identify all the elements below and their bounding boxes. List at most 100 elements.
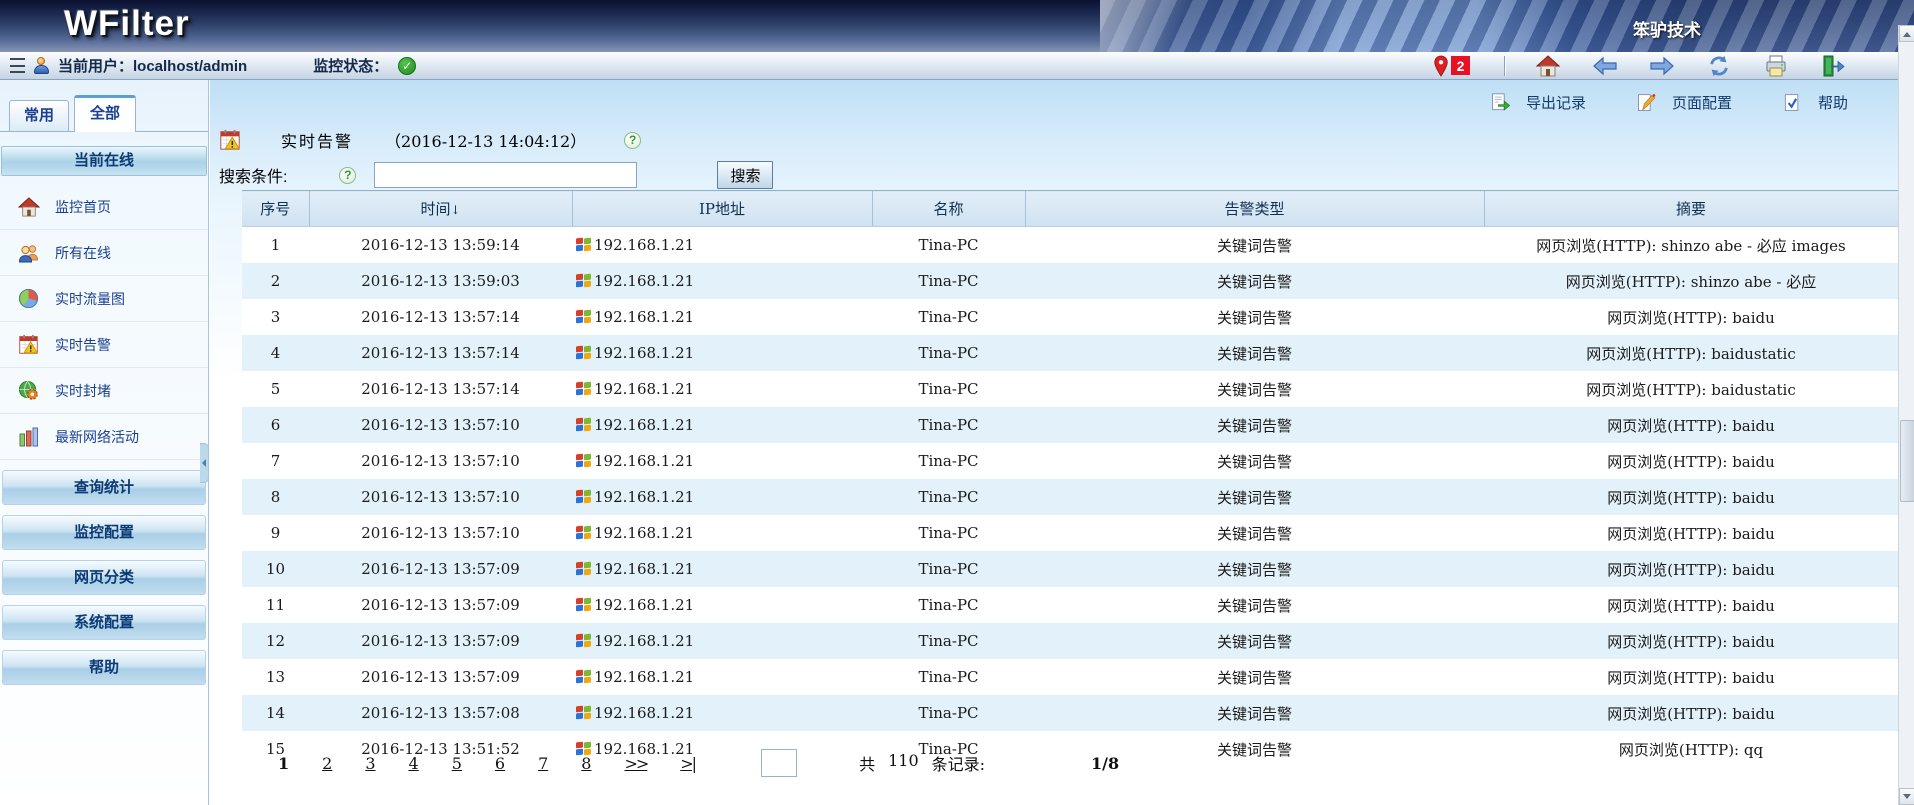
- col-summary[interactable]: 摘要: [1484, 191, 1898, 227]
- search-button[interactable]: 搜索: [717, 161, 773, 189]
- home-button[interactable]: [1535, 54, 1561, 78]
- page-jump-input[interactable]: [761, 749, 797, 777]
- title-help-icon[interactable]: [624, 132, 641, 149]
- alert-type: 关键词告警: [1025, 227, 1484, 264]
- table-header-row: 序号 时间↓ IP地址 名称 告警类型 摘要: [242, 191, 1898, 227]
- alert-summary: 网页浏览(HTTP): baidu: [1484, 551, 1898, 587]
- alert-indicator[interactable]: 2: [1431, 55, 1470, 77]
- sidebar-section-query-stats[interactable]: 查询统计: [2, 470, 206, 505]
- alert-count-badge: 2: [1451, 56, 1470, 75]
- search-help-icon[interactable]: [339, 167, 356, 184]
- sidebar-item-label: 实时封堵: [55, 381, 111, 401]
- scrollbar-thumb[interactable]: [1900, 420, 1914, 502]
- sidebar-item-all-online[interactable]: 所有在线: [0, 230, 208, 276]
- help-button[interactable]: 帮助: [1782, 92, 1848, 113]
- tab-common[interactable]: 常用: [9, 100, 69, 131]
- table-row[interactable]: 132016-12-13 13:57:09192.168.1.21Tina-PC…: [242, 659, 1898, 695]
- col-name[interactable]: 名称: [872, 191, 1025, 227]
- table-row[interactable]: 92016-12-13 13:57:10192.168.1.21Tina-PC关…: [242, 515, 1898, 551]
- tab-all[interactable]: 全部: [74, 95, 136, 132]
- sidebar-section-online[interactable]: 当前在线: [1, 146, 207, 176]
- table-row[interactable]: 112016-12-13 13:57:09192.168.1.21Tina-PC…: [242, 587, 1898, 623]
- table-row[interactable]: 72016-12-13 13:57:10192.168.1.21Tina-PC关…: [242, 443, 1898, 479]
- current-user-label: 当前用户：localhost/admin: [58, 55, 247, 76]
- sidebar-item-traffic-chart[interactable]: 实时流量图: [0, 276, 208, 322]
- page-config-button[interactable]: 页面配置: [1636, 92, 1732, 113]
- page-link[interactable]: 4: [409, 754, 419, 773]
- search-input[interactable]: [374, 162, 637, 188]
- vertical-scrollbar[interactable]: [1898, 25, 1914, 805]
- edit-icon: [1636, 93, 1656, 113]
- scroll-down-button[interactable]: [1899, 788, 1914, 805]
- export-records-button[interactable]: 导出记录: [1490, 92, 1586, 113]
- last-page-link[interactable]: >|: [680, 754, 695, 773]
- forward-button[interactable]: [1649, 54, 1675, 78]
- sidebar-section-monitor-config[interactable]: 监控配置: [2, 515, 206, 550]
- app-logo: WFilter: [64, 4, 190, 44]
- menu-icon[interactable]: [10, 58, 25, 73]
- sidebar-tabs: 常用 全部: [0, 80, 208, 132]
- back-button[interactable]: [1592, 54, 1618, 78]
- page-link[interactable]: 2: [322, 754, 332, 773]
- search-label: 搜索条件:: [219, 163, 287, 187]
- device-name: Tina-PC: [872, 659, 1025, 695]
- windows-os-icon: [576, 238, 591, 252]
- table-row[interactable]: 52016-12-13 13:57:14192.168.1.21Tina-PC关…: [242, 371, 1898, 407]
- page-link[interactable]: 8: [581, 754, 591, 773]
- table-row[interactable]: 122016-12-13 13:57:09192.168.1.21Tina-PC…: [242, 623, 1898, 659]
- table-row[interactable]: 102016-12-13 13:57:09192.168.1.21Tina-PC…: [242, 551, 1898, 587]
- refresh-button[interactable]: [1706, 54, 1732, 78]
- col-index[interactable]: 序号: [242, 191, 309, 227]
- sort-desc-icon: ↓: [450, 203, 460, 217]
- ip-cell: 192.168.1.21: [572, 479, 872, 515]
- col-alert-type[interactable]: 告警类型: [1025, 191, 1484, 227]
- sidebar-item-realtime-alerts[interactable]: 实时告警: [0, 322, 208, 368]
- user-icon: [33, 57, 50, 74]
- alert-time: 2016-12-13 13:57:10: [309, 479, 572, 515]
- page-link[interactable]: 3: [365, 754, 375, 773]
- page-link[interactable]: 6: [495, 754, 505, 773]
- ip-address: 192.168.1.21: [594, 668, 694, 686]
- exit-button[interactable]: [1820, 54, 1846, 78]
- alert-time: 2016-12-13 13:57:14: [309, 299, 572, 335]
- ip-cell: 192.168.1.21: [572, 371, 872, 407]
- sidebar-collapse-handle[interactable]: [200, 443, 209, 483]
- sidebar-section-system-config[interactable]: 系统配置: [2, 605, 206, 640]
- row-index: 9: [242, 515, 309, 551]
- page-link[interactable]: 7: [538, 754, 548, 773]
- row-index: 8: [242, 479, 309, 515]
- sidebar-item-monitor-home[interactable]: 监控首页: [0, 184, 208, 230]
- ip-cell: 192.168.1.21: [572, 443, 872, 479]
- col-ip[interactable]: IP地址: [572, 191, 872, 227]
- sidebar-item-latest-activity[interactable]: 最新网络活动: [0, 414, 208, 460]
- ip-address: 192.168.1.21: [594, 632, 694, 650]
- alert-summary: 网页浏览(HTTP): baidustatic: [1484, 371, 1898, 407]
- table-row[interactable]: 22016-12-13 13:59:03192.168.1.21Tina-PC关…: [242, 263, 1898, 299]
- table-row[interactable]: 62016-12-13 13:57:10192.168.1.21Tina-PC关…: [242, 407, 1898, 443]
- table-row[interactable]: 42016-12-13 13:57:14192.168.1.21Tina-PC关…: [242, 335, 1898, 371]
- col-time[interactable]: 时间↓: [309, 191, 572, 227]
- alert-summary: 网页浏览(HTTP): baidu: [1484, 695, 1898, 731]
- sidebar-section-web-category[interactable]: 网页分类: [2, 560, 206, 595]
- next-group-link[interactable]: >>: [624, 754, 647, 773]
- windows-os-icon: [576, 418, 591, 432]
- alert-time: 2016-12-13 13:57:09: [309, 623, 572, 659]
- windows-os-icon: [576, 634, 591, 648]
- home-icon: [1536, 55, 1560, 77]
- sidebar-item-realtime-block[interactable]: 实时封堵: [0, 368, 208, 414]
- ip-address: 192.168.1.21: [594, 236, 694, 254]
- ip-cell: 192.168.1.21: [572, 659, 872, 695]
- print-button[interactable]: [1763, 54, 1789, 78]
- table-row[interactable]: 32016-12-13 13:57:14192.168.1.21Tina-PC关…: [242, 299, 1898, 335]
- page-link[interactable]: 5: [452, 754, 462, 773]
- scroll-up-button[interactable]: [1899, 25, 1914, 42]
- table-row[interactable]: 142016-12-13 13:57:08192.168.1.21Tina-PC…: [242, 695, 1898, 731]
- alert-time: 2016-12-13 13:57:08: [309, 695, 572, 731]
- col-time-label: 时间: [420, 200, 450, 218]
- page-title-row: 实时告警 （2016-12-13 14:04:12）: [219, 128, 641, 152]
- table-row[interactable]: 82016-12-13 13:57:10192.168.1.21Tina-PC关…: [242, 479, 1898, 515]
- sidebar-section-help[interactable]: 帮助: [2, 650, 206, 685]
- device-name: Tina-PC: [872, 335, 1025, 371]
- table-row[interactable]: 12016-12-13 13:59:14192.168.1.21Tina-PC关…: [242, 227, 1898, 264]
- status-ok-icon: [398, 57, 416, 75]
